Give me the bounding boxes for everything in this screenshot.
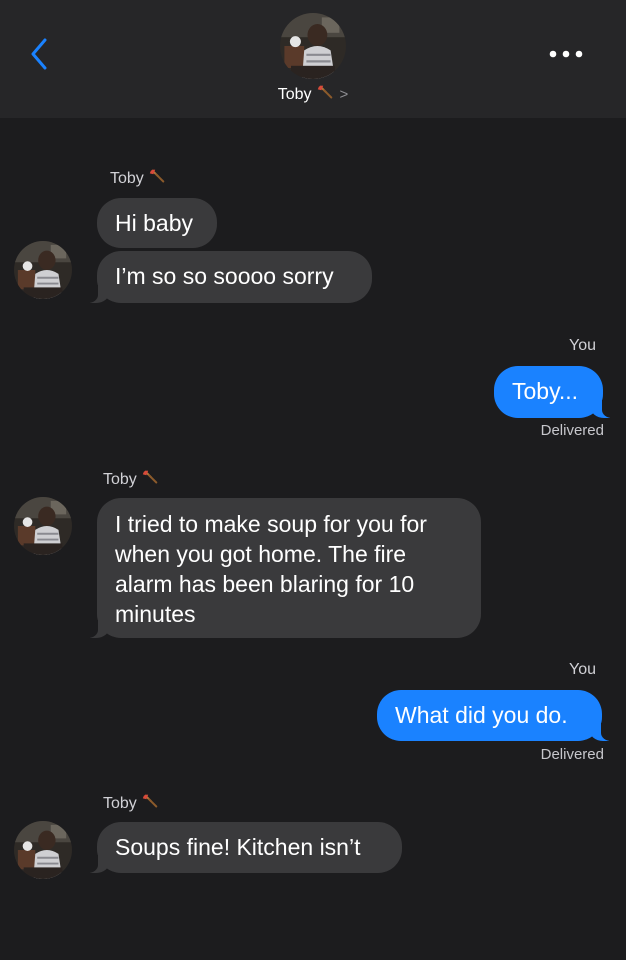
sender-label-you: You: [569, 661, 596, 678]
sender-label-you: You: [569, 337, 596, 354]
delivery-status: Delivered: [540, 746, 604, 763]
incoming-message-bubble[interactable]: Soups fine! Kitchen isn’t: [84, 822, 402, 873]
sender-label: Toby: [103, 469, 159, 489]
contact-avatar[interactable]: [14, 821, 72, 879]
axe-icon: [141, 469, 159, 487]
outgoing-message-bubble[interactable]: What did you do.: [377, 690, 615, 741]
incoming-message-bubble[interactable]: I tried to make soup for you for when yo…: [84, 498, 481, 638]
more-dots-icon: [549, 50, 583, 58]
contact-name-button[interactable]: Toby >: [0, 84, 626, 104]
chevron-right-icon: >: [339, 86, 349, 103]
delivery-status: Delivered: [540, 422, 604, 439]
incoming-message-bubble[interactable]: Hi baby: [97, 198, 217, 248]
conversation-header: Toby >: [0, 0, 626, 118]
axe-icon: [148, 168, 166, 186]
incoming-message-bubble[interactable]: I’m so so soooo sorry: [84, 251, 372, 303]
sender-label: Toby: [110, 168, 166, 188]
sender-label: Toby: [103, 793, 159, 813]
contact-avatar[interactable]: [14, 497, 72, 555]
outgoing-message-bubble[interactable]: Toby...: [494, 366, 616, 418]
back-button[interactable]: [24, 34, 54, 74]
more-options-button[interactable]: [546, 40, 586, 68]
chevron-left-icon: [31, 38, 47, 70]
contact-avatar[interactable]: [14, 241, 72, 299]
contact-name: Toby: [277, 86, 312, 103]
axe-icon: [141, 793, 159, 811]
axe-icon: [316, 84, 334, 102]
contact-avatar[interactable]: [280, 13, 346, 79]
